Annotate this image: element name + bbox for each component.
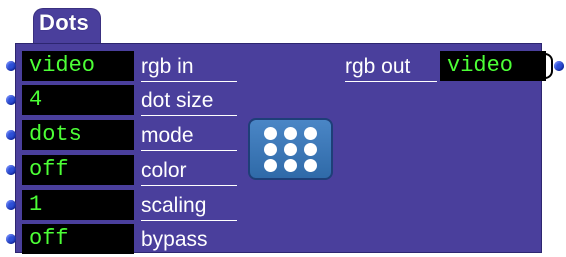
- output-bracket: [545, 53, 553, 79]
- dots-actor: Dots video rgb in 4 dot size dots mode o…: [0, 0, 566, 257]
- grid-dot: [284, 143, 297, 156]
- grid-dot: [304, 159, 317, 172]
- grid-dot: [264, 127, 277, 140]
- input-port-mode[interactable]: [6, 130, 16, 140]
- input-port-rgb-in[interactable]: [6, 61, 16, 71]
- input-label-rgb-in: rgb in: [141, 55, 237, 82]
- output-port-rgb-out[interactable]: [554, 61, 564, 71]
- input-value-mode[interactable]: dots: [22, 120, 134, 150]
- input-value-rgb-in[interactable]: video: [22, 51, 134, 81]
- input-label-dot-size: dot size: [141, 89, 237, 116]
- grid-dot: [264, 143, 277, 156]
- input-label-color: color: [141, 159, 237, 186]
- input-label-mode: mode: [141, 124, 237, 151]
- input-port-scaling[interactable]: [6, 200, 16, 210]
- input-value-dot-size[interactable]: 4: [22, 85, 134, 115]
- dots-grid-icon: [248, 118, 333, 180]
- grid-dot: [264, 159, 277, 172]
- input-value-color[interactable]: off: [22, 155, 134, 185]
- actor-title: Dots: [39, 10, 90, 35]
- input-port-bypass[interactable]: [6, 234, 16, 244]
- input-label-bypass: bypass: [141, 228, 237, 255]
- input-value-scaling[interactable]: 1: [22, 190, 134, 220]
- input-value-bypass[interactable]: off: [22, 224, 134, 254]
- grid-dot: [284, 127, 297, 140]
- output-value-rgb-out[interactable]: video: [440, 51, 546, 81]
- grid-dot: [304, 143, 317, 156]
- grid-dot: [284, 159, 297, 172]
- grid-dot: [304, 127, 317, 140]
- input-port-dot-size[interactable]: [6, 95, 16, 105]
- input-label-scaling: scaling: [141, 194, 237, 221]
- input-port-color[interactable]: [6, 165, 16, 175]
- output-label-rgb-out: rgb out: [345, 55, 437, 82]
